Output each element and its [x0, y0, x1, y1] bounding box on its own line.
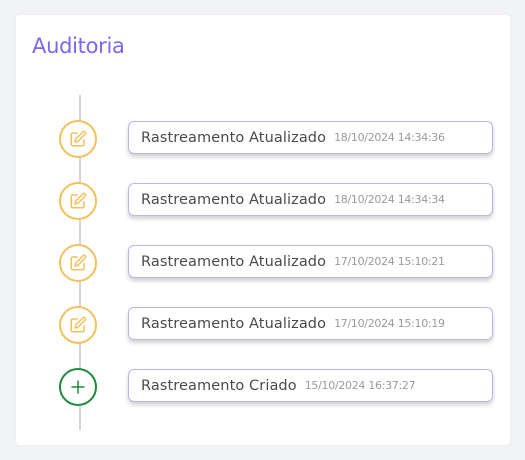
event-label: Rastreamento Atualizado: [141, 253, 327, 270]
timeline-item: Rastreamento Atualizado 17/10/2024 15:10…: [16, 306, 510, 350]
audit-card: Auditoria Rastreamento Atualizado 18/10/…: [16, 15, 510, 445]
timeline-item: Rastreamento Atualizado 18/10/2024 14:34…: [16, 120, 510, 164]
timeline-item: Rastreamento Atualizado 17/10/2024 15:10…: [16, 244, 510, 288]
timeline-entry: Rastreamento Criado 15/10/2024 16:37:27: [128, 369, 493, 402]
event-label: Rastreamento Atualizado: [141, 191, 327, 208]
event-timestamp: 18/10/2024 14:34:34: [334, 193, 445, 206]
edit-icon: [59, 244, 97, 282]
event-timestamp: 15/10/2024 16:37:27: [304, 379, 416, 392]
event-label: Rastreamento Atualizado: [141, 129, 327, 146]
timeline-item: Rastreamento Criado 15/10/2024 16:37:27: [16, 368, 510, 412]
event-timestamp: 17/10/2024 15:10:19: [334, 317, 445, 330]
event-timestamp: 18/10/2024 14:34:36: [334, 131, 445, 144]
timeline-entry: Rastreamento Atualizado 17/10/2024 15:10…: [128, 245, 493, 278]
timeline-entry: Rastreamento Atualizado 18/10/2024 14:34…: [128, 183, 493, 216]
event-label: Rastreamento Atualizado: [141, 315, 327, 332]
timeline-entry: Rastreamento Atualizado 17/10/2024 15:10…: [128, 307, 493, 340]
timeline-entry: Rastreamento Atualizado 18/10/2024 14:34…: [128, 121, 493, 154]
edit-icon: [59, 120, 97, 158]
plus-icon: [59, 368, 97, 406]
event-timestamp: 17/10/2024 15:10:21: [334, 255, 445, 268]
edit-icon: [59, 182, 97, 220]
edit-icon: [59, 306, 97, 344]
event-label: Rastreamento Criado: [141, 377, 297, 394]
card-title: Auditoria: [32, 34, 125, 58]
timeline-item: Rastreamento Atualizado 18/10/2024 14:34…: [16, 182, 510, 226]
